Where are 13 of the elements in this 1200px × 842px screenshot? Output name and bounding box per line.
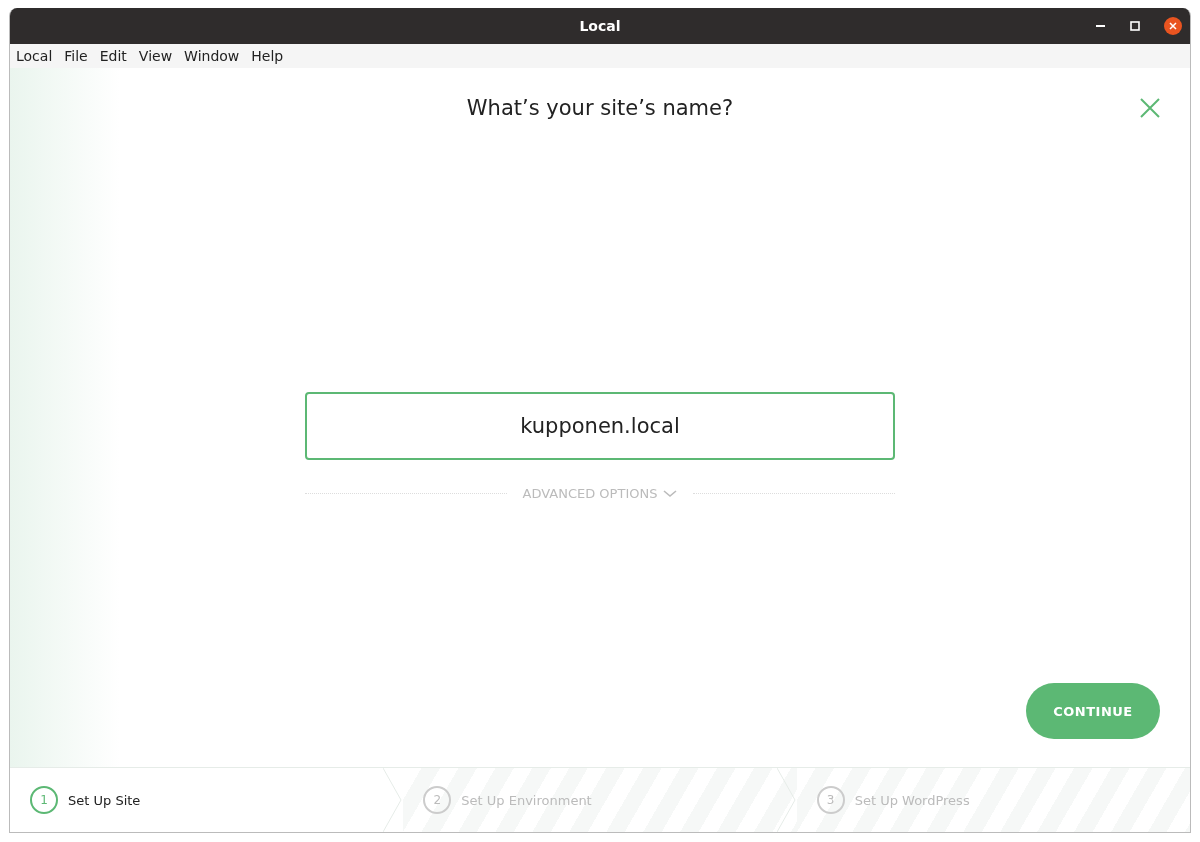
minimize-icon[interactable] (1096, 24, 1106, 28)
page-heading: What’s your site’s name? (466, 96, 734, 120)
menu-item[interactable]: Edit (99, 48, 127, 64)
maximize-icon[interactable] (1130, 21, 1140, 31)
chevron-down-icon (663, 489, 678, 498)
menu-item[interactable]: Local (16, 48, 53, 64)
window-title: Local (579, 18, 621, 34)
menu-item[interactable]: Help (251, 48, 284, 64)
menu-item[interactable]: Window (184, 48, 240, 64)
menu-item[interactable]: View (138, 48, 173, 64)
close-icon[interactable] (1164, 17, 1182, 35)
menu-item[interactable]: File (64, 48, 88, 64)
site-name-field[interactable]: kupponen.local (305, 392, 895, 460)
